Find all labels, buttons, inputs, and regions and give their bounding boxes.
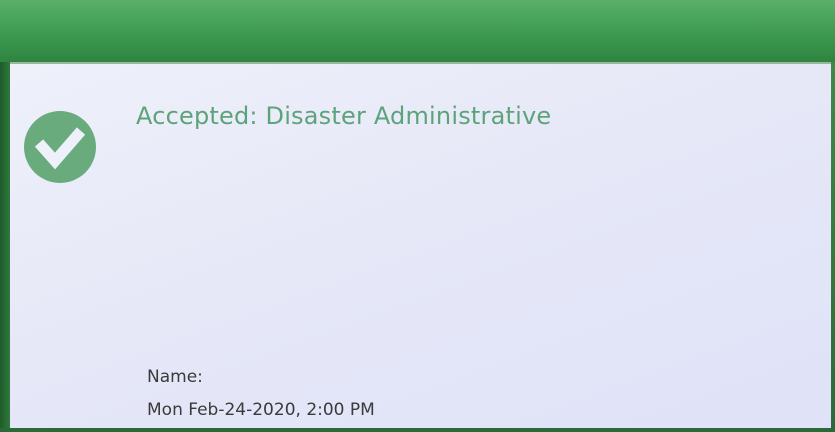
device-frame: Accepted: Disaster Administrative Name: … — [0, 0, 835, 432]
status-title: Accepted: Disaster Administrative — [136, 102, 552, 130]
device-bezel — [0, 62, 10, 432]
status-panel: Accepted: Disaster Administrative Name: … — [10, 62, 831, 432]
check-circle-icon — [24, 111, 96, 183]
datetime-text: Mon Feb-24-2020, 2:00 PM — [147, 400, 375, 420]
device-bezel-bottom — [0, 428, 835, 432]
name-label: Name: — [147, 367, 203, 387]
header-bar — [0, 0, 835, 62]
